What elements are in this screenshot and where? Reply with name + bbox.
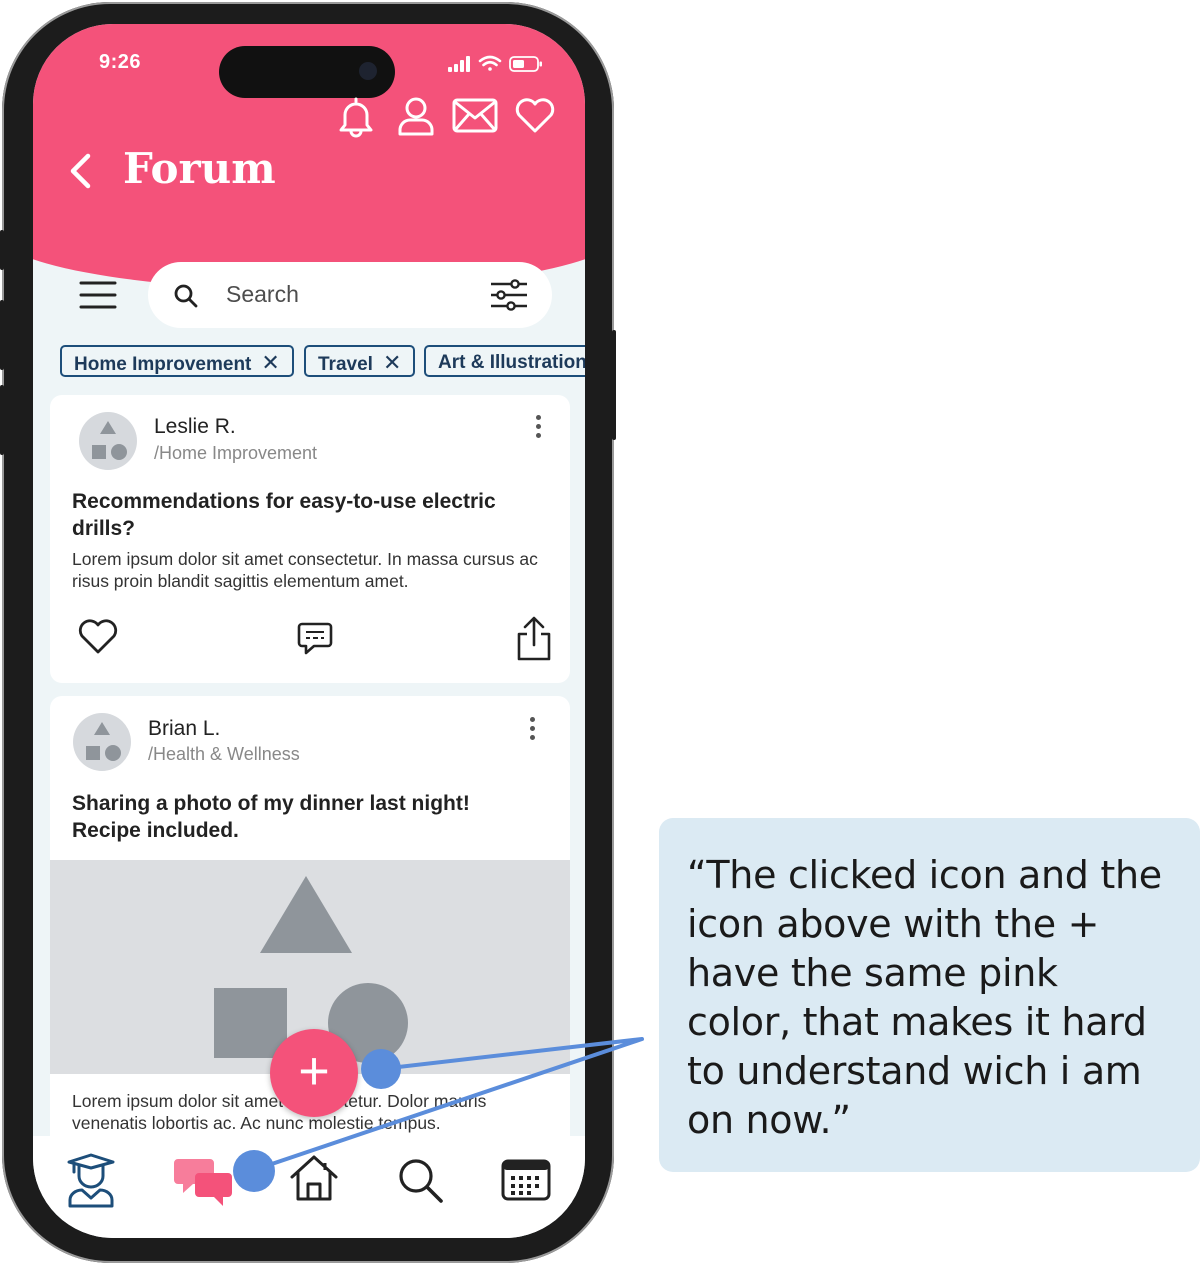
annotation-marker <box>361 1049 401 1089</box>
annotation-callout: “The clicked icon and the icon above wit… <box>659 818 1200 1172</box>
annotation-text: “The clicked icon and the icon above wit… <box>687 853 1162 1142</box>
annotation-marker <box>233 1150 275 1192</box>
